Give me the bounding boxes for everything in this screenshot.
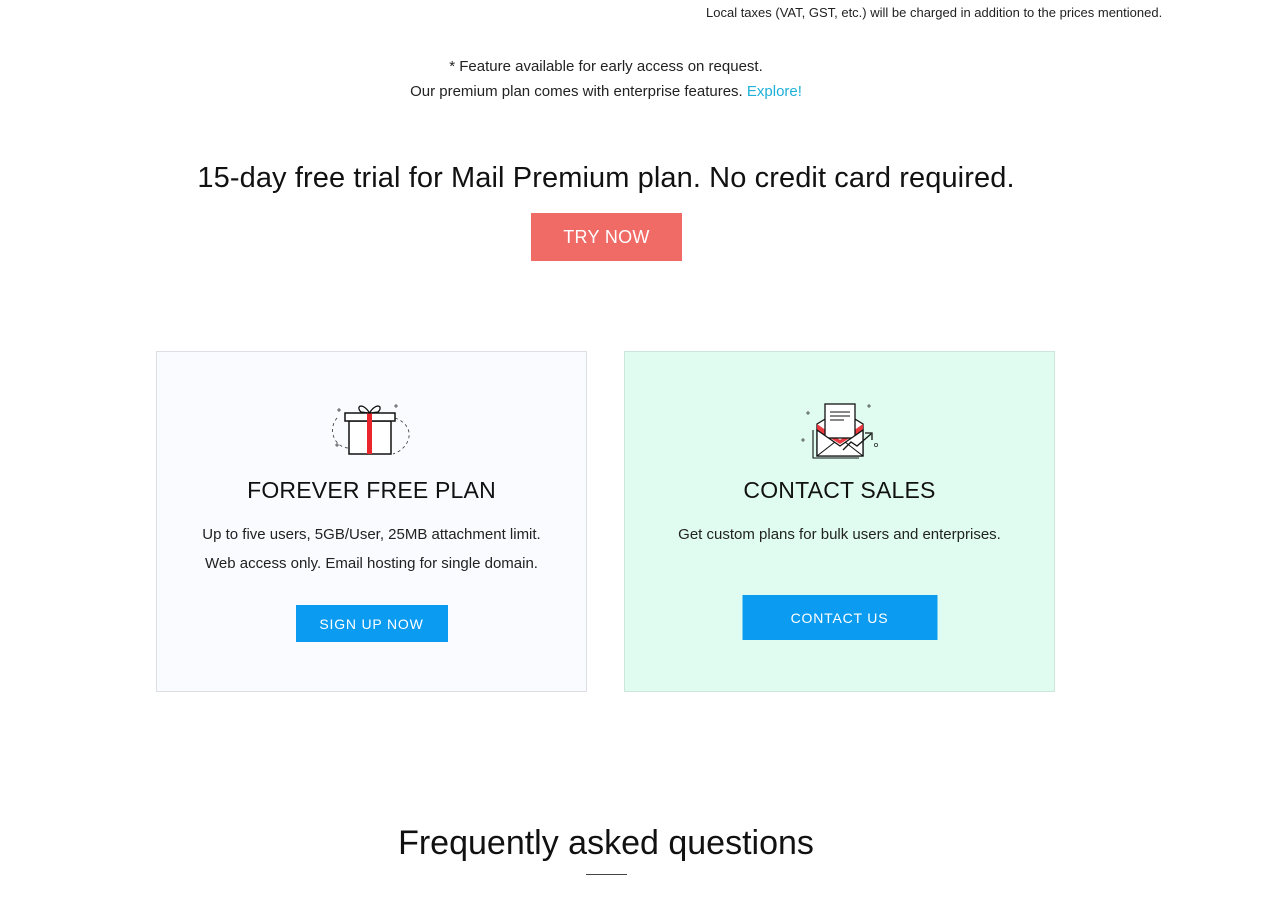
trial-heading: 15-day free trial for Mail Premium plan.… [197, 162, 1015, 194]
contact-sales-card: CONTACT SALES Get custom plans for bulk … [624, 351, 1055, 692]
free-plan-card: FOREVER FREE PLAN Up to five users, 5GB/… [156, 351, 587, 692]
sign-up-button[interactable]: SIGN UP NOW [295, 605, 448, 642]
contact-sales-description: Get custom plans for bulk users and ente… [625, 520, 1054, 549]
contact-sales-desc-line: Get custom plans for bulk users and ente… [678, 526, 1001, 543]
faq-heading: Frequently asked questions [398, 824, 814, 862]
free-plan-desc-line-2: Web access only. Email hosting for singl… [205, 555, 538, 572]
gift-icon [327, 400, 417, 460]
pricing-page: Local taxes (VAT, GST, etc.) will be cha… [0, 0, 1280, 899]
free-plan-description: Up to five users, 5GB/User, 25MB attachm… [157, 520, 586, 578]
free-plan-title: FOREVER FREE PLAN [247, 477, 496, 503]
explore-link[interactable]: Explore! [747, 83, 802, 100]
contact-us-button[interactable]: CONTACT US [742, 595, 937, 640]
early-access-note: * Feature available for early access on … [449, 58, 763, 75]
contact-sales-title: CONTACT SALES [743, 477, 936, 503]
free-plan-desc-line-1: Up to five users, 5GB/User, 25MB attachm… [202, 526, 541, 543]
faq-divider [586, 874, 627, 875]
envelope-icon [795, 400, 885, 460]
plan-notes: * Feature available for early access on … [156, 54, 1056, 104]
tax-note: Local taxes (VAT, GST, etc.) will be cha… [706, 5, 1163, 20]
try-now-button[interactable]: TRY NOW [531, 213, 682, 261]
premium-note-text: Our premium plan comes with enterprise f… [410, 83, 743, 100]
premium-note: Our premium plan comes with enterprise f… [156, 79, 1056, 104]
